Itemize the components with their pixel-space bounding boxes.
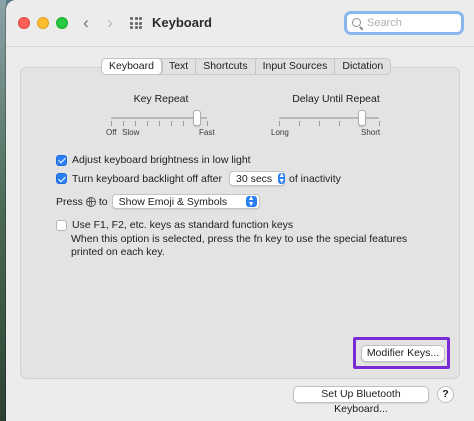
delay-until-repeat-label: Delay Until Repeat	[292, 93, 380, 105]
tick	[319, 121, 320, 126]
globe-action-popup[interactable]: Show Emoji & Symbols ▲ ▼	[111, 194, 260, 209]
tab-shortcuts[interactable]: Shortcuts	[196, 59, 256, 74]
tick	[123, 121, 124, 126]
key-repeat-slow-label: Slow	[122, 128, 140, 137]
inactivity-label: of inactivity	[289, 172, 341, 185]
minimize-button[interactable]	[37, 17, 49, 29]
globe-action-value: Show Emoji & Symbols	[118, 195, 228, 208]
tick	[135, 121, 136, 126]
tick	[379, 121, 380, 126]
search-field[interactable]: Search	[344, 11, 464, 35]
function-keys-checkbox[interactable]	[56, 219, 67, 231]
show-all-grid-icon[interactable]	[130, 17, 142, 29]
chevron-updown-icon: ▲ ▼	[245, 195, 257, 208]
tick	[159, 121, 160, 126]
press-globe-option: Press to Show Emoji & Symbols ▲ ▼	[56, 194, 264, 209]
tick	[207, 121, 208, 126]
zoom-button[interactable]	[56, 17, 68, 29]
key-repeat-off-label: Off	[106, 128, 117, 137]
adjust-brightness-option[interactable]: Adjust keyboard brightness in low light	[56, 154, 251, 166]
delay-until-repeat-knob[interactable]	[358, 110, 366, 126]
forward-arrow-icon[interactable]: ›	[102, 13, 118, 33]
window-title: Keyboard	[152, 15, 212, 30]
search-placeholder: Search	[367, 17, 402, 29]
search-icon	[352, 18, 361, 27]
tick	[339, 121, 340, 126]
to-label: to	[98, 195, 108, 208]
tick	[279, 121, 280, 126]
press-label: Press	[56, 195, 83, 208]
tick	[111, 121, 112, 126]
backlight-timeout-popup[interactable]: 30 secs ▲ ▼	[229, 171, 286, 186]
backlight-off-label: Turn keyboard backlight off after	[72, 172, 222, 185]
keyboard-settings-panel: Key Repeat Off Slow Fast Delay Until Rep…	[20, 67, 460, 379]
tab-dictation[interactable]: Dictation	[335, 59, 390, 74]
tick	[299, 121, 300, 126]
back-arrow-icon[interactable]: ‹	[78, 13, 94, 33]
tab-keyboard[interactable]: Keyboard	[102, 59, 162, 74]
globe-icon	[85, 196, 96, 207]
title-bar: ‹ › Keyboard Search	[6, 0, 474, 47]
key-repeat-knob[interactable]	[193, 110, 202, 126]
function-keys-description: When this option is selected, press the …	[71, 233, 408, 258]
setup-bluetooth-keyboard-button[interactable]: Set Up Bluetooth Keyboard...	[293, 386, 429, 415]
key-repeat-fast-label: Fast	[199, 128, 215, 137]
close-button[interactable]	[18, 17, 30, 29]
tab-input-sources[interactable]: Input Sources	[256, 59, 336, 74]
tab-text[interactable]: Text	[162, 59, 197, 74]
tab-bar: Keyboard Text Shortcuts Input Sources Di…	[101, 58, 392, 75]
adjust-brightness-label: Adjust keyboard brightness in low light	[72, 154, 251, 166]
backlight-off-checkbox[interactable]	[56, 173, 67, 184]
highlight-box	[353, 337, 450, 369]
backlight-timeout-value: 30 secs	[236, 172, 273, 185]
tick	[171, 121, 172, 126]
function-keys-option[interactable]: Use F1, F2, etc. keys as standard functi…	[56, 219, 293, 231]
tick	[147, 121, 148, 126]
adjust-brightness-checkbox[interactable]	[56, 154, 67, 166]
key-repeat-label: Key Repeat	[133, 93, 189, 105]
function-keys-label: Use F1, F2, etc. keys as standard functi…	[72, 219, 294, 231]
delay-short-label: Short	[361, 128, 381, 137]
delay-long-label: Long	[271, 128, 289, 137]
chevron-updown-icon: ▲ ▼	[278, 172, 286, 185]
help-button[interactable]: ?	[437, 386, 454, 403]
tick	[183, 121, 184, 126]
preferences-window: ‹ › Keyboard Search Key Repeat Off Slow	[6, 0, 474, 421]
backlight-off-option: Turn keyboard backlight off after 30 sec…	[56, 171, 341, 186]
